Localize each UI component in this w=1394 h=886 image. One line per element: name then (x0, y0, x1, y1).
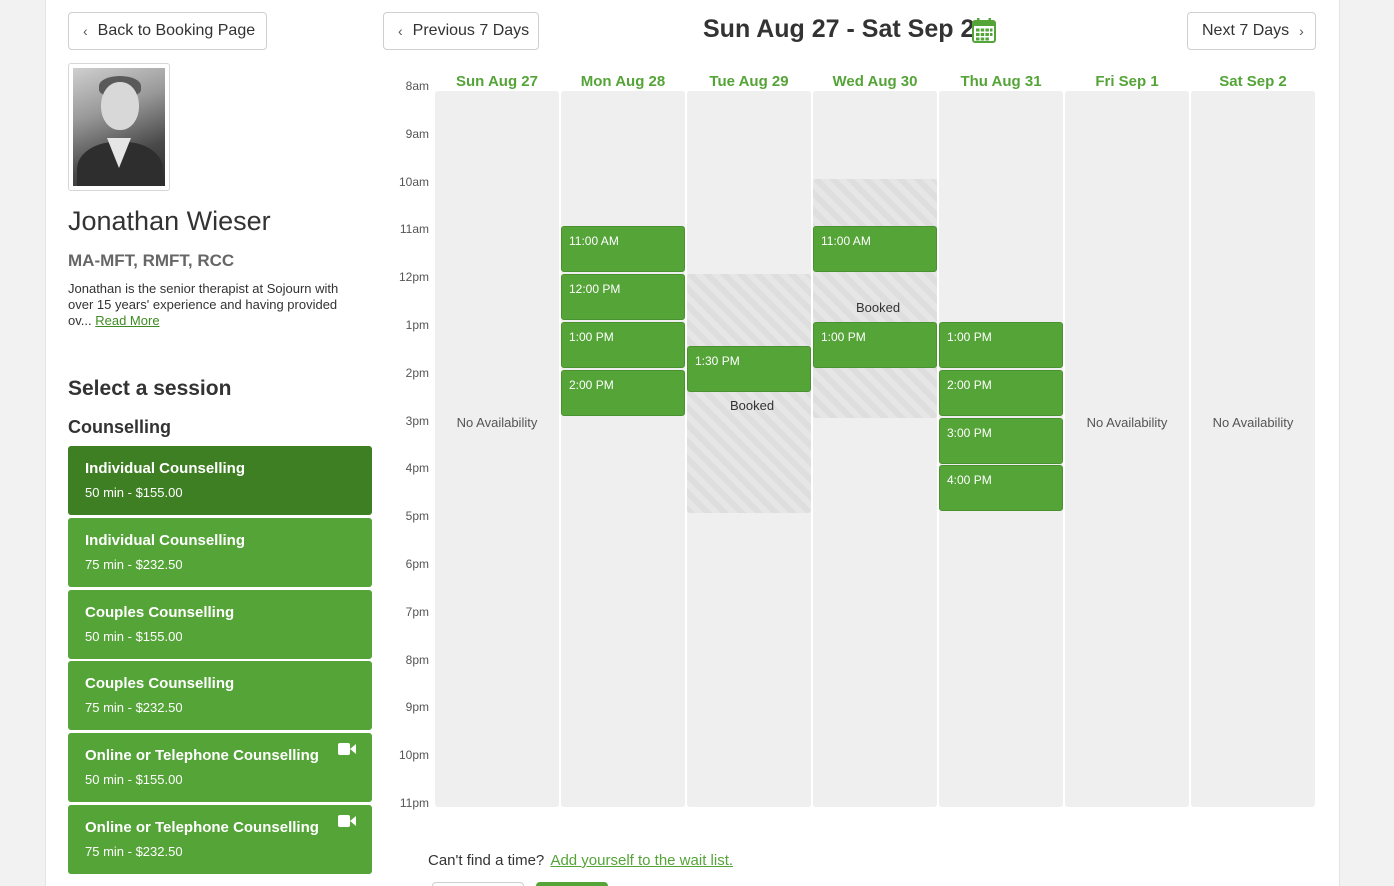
no-availability-label: No Availability (1212, 415, 1294, 430)
chevron-left-icon: ‹ (83, 23, 88, 39)
session-option[interactable]: Online or Telephone Counselling 50 min - … (68, 733, 372, 802)
previous-button-label: Previous 7 Days (412, 22, 530, 39)
day-header: Wed Aug 30 (832, 73, 918, 90)
session-name: Couples Counselling (85, 675, 235, 692)
time-slot-button[interactable]: 11:00 AM (561, 226, 685, 273)
time-slot-button[interactable]: 1:00 PM (813, 322, 937, 368)
hour-label: 7pm (405, 604, 429, 619)
provider-photo (68, 63, 170, 191)
time-slot-button[interactable]: 1:30 PM (687, 345, 811, 392)
previous-7-days-button[interactable]: ‹ Previous 7 Days (383, 12, 539, 50)
booked-block (813, 178, 937, 418)
day-header: Sat Sep 2 (1219, 73, 1287, 90)
time-slot-button[interactable]: 12:00 PM (561, 274, 685, 321)
next-7-days-button[interactable]: Next 7 Days › (1187, 12, 1316, 50)
hour-label: 6pm (405, 557, 429, 571)
no-availability-label: No Availability (456, 415, 538, 430)
time-slot-button[interactable]: 2:00 PM (939, 369, 1063, 416)
video-camera-icon (338, 743, 356, 755)
select-session-heading: Select a session (68, 377, 232, 400)
next-button-label: Next 7 Days (1202, 22, 1290, 39)
week-range-title: Sun Aug 27 - Sat Sep 2 (703, 15, 975, 43)
hour-label: 11pm (399, 796, 429, 810)
hour-label: 8am (405, 79, 429, 93)
hour-label: 9am (405, 126, 429, 141)
hour-label: 1pm (405, 318, 429, 332)
session-option[interactable]: Couples Counselling 50 min - $155.00 (68, 590, 372, 659)
session-name: Individual Counselling (85, 532, 246, 549)
session-name: Individual Counselling (85, 460, 246, 477)
time-slot-button[interactable]: 4:00 PM (939, 465, 1063, 512)
hour-label: 2pm (405, 365, 429, 380)
hour-label: 4pm (405, 461, 429, 476)
footer-primary-button[interactable] (536, 882, 608, 886)
session-option[interactable]: Couples Counselling 75 min - $232.50 (68, 661, 372, 730)
day-column (1065, 91, 1189, 807)
chevron-left-icon: ‹ (398, 23, 403, 39)
day-header: Mon Aug 28 (580, 73, 666, 90)
session-duration-price: 50 min - $155.00 (85, 772, 183, 787)
calendar-icon[interactable] (972, 18, 996, 43)
time-slot-button[interactable]: 1:00 PM (939, 322, 1063, 368)
session-duration-price: 50 min - $155.00 (85, 629, 183, 644)
back-to-booking-button[interactable]: ‹ Back to Booking Page (68, 12, 267, 50)
session-duration-price: 50 min - $155.00 (85, 485, 183, 500)
day-header: Fri Sep 1 (1095, 73, 1159, 90)
time-slot-button[interactable]: 3:00 PM (939, 417, 1063, 464)
booked-block (687, 274, 811, 514)
session-category-heading: Counselling (68, 417, 171, 437)
session-duration-price: 75 min - $232.50 (85, 844, 183, 859)
session-option[interactable]: Individual Counselling 50 min - $155.00 (68, 446, 372, 515)
provider-credentials: MA-MFT, RMFT, RCC (68, 251, 235, 270)
session-name: Online or Telephone Counselling (85, 747, 319, 764)
session-option[interactable]: Individual Counselling 75 min - $232.50 (68, 518, 372, 587)
hour-label: 10am (398, 174, 429, 189)
provider-name: Jonathan Wieser (68, 206, 271, 236)
day-header: Thu Aug 31 (960, 73, 1042, 90)
booked-label: Booked (729, 398, 775, 414)
session-name: Online or Telephone Counselling (85, 819, 319, 836)
hour-label: 9pm (405, 700, 429, 715)
day-header: Sun Aug 27 (456, 73, 538, 90)
footer-secondary-button[interactable] (432, 882, 524, 886)
day-column (1191, 91, 1315, 807)
hour-label: 3pm (405, 413, 429, 428)
waitlist-prompt: Can't find a time? Add yourself to the w… (428, 852, 733, 869)
booked-label: Booked (855, 300, 901, 316)
hour-label: 8pm (405, 652, 429, 667)
chevron-right-icon: › (1299, 23, 1304, 39)
day-column (561, 91, 685, 807)
provider-portrait-image (73, 68, 165, 186)
time-slot-button[interactable]: 1:00 PM (561, 322, 685, 368)
provider-bio: Jonathan is the senior therapist at Sojo… (68, 281, 358, 329)
hour-label: 11am (399, 222, 429, 237)
read-more-link[interactable]: Read More (95, 313, 159, 328)
session-duration-price: 75 min - $232.50 (85, 557, 183, 572)
session-duration-price: 75 min - $232.50 (85, 700, 183, 715)
hour-label: 12pm (398, 270, 429, 285)
waitlist-link[interactable]: Add yourself to the wait list. (550, 852, 733, 869)
video-camera-icon (338, 815, 356, 827)
hour-label: 10pm (398, 748, 429, 763)
no-availability-label: No Availability (1086, 415, 1168, 430)
hour-label: 5pm (405, 509, 429, 524)
session-option[interactable]: Online or Telephone Counselling 75 min - … (68, 805, 372, 874)
back-button-label: Back to Booking Page (97, 22, 256, 39)
time-slot-button[interactable]: 11:00 AM (813, 226, 937, 273)
day-column (435, 91, 559, 807)
waitlist-question: Can't find a time? (428, 852, 545, 869)
time-slot-button[interactable]: 2:00 PM (561, 369, 685, 416)
session-name: Couples Counselling (85, 604, 235, 621)
day-header: Tue Aug 29 (709, 73, 789, 90)
